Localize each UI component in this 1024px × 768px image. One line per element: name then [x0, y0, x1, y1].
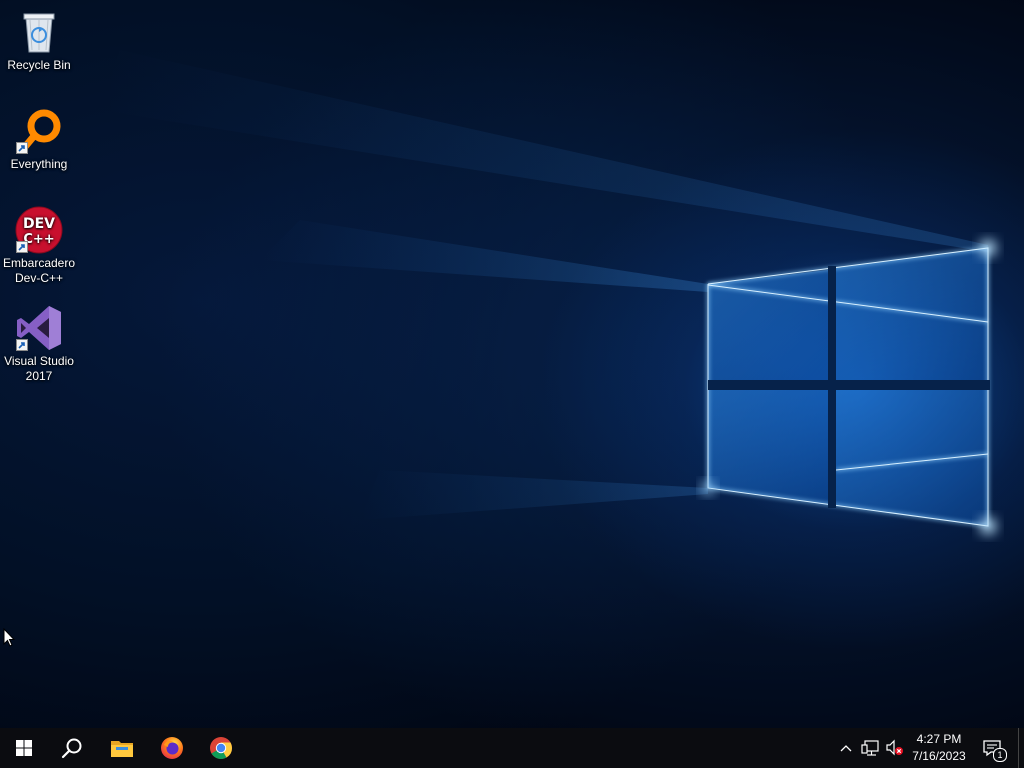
shortcut-arrow-icon [16, 339, 28, 351]
dev-cpp-logo-text-1: DEV [23, 216, 55, 232]
desktop-icon-label: Everything [10, 157, 68, 171]
shortcut-arrow-icon [16, 241, 28, 253]
firefox-button[interactable] [148, 728, 196, 768]
network-icon[interactable] [861, 739, 881, 757]
desktop-icon-label: Recycle Bin [7, 58, 71, 72]
everything-search-icon [15, 107, 63, 155]
desktop[interactable]: Recycle Bin Everything DEV C++ Embarcade… [0, 0, 1024, 728]
shortcut-arrow-icon [16, 142, 28, 154]
desktop-icon-recycle-bin[interactable]: Recycle Bin [1, 8, 77, 73]
chrome-button[interactable] [197, 728, 245, 768]
visual-studio-icon [15, 304, 63, 352]
start-button[interactable] [0, 728, 48, 768]
clock[interactable]: 4:27 PM 7/16/2023 [904, 731, 974, 765]
folder-icon [111, 741, 133, 757]
taskbar: 4:27 PM 7/16/2023 1 [0, 728, 1024, 768]
chrome-icon [210, 737, 232, 759]
windows-hero-wallpaper [100, 50, 996, 534]
windows-logo-icon [16, 740, 32, 756]
notification-badge: 1 [993, 748, 1007, 762]
desktop-icon-visual-studio[interactable]: Visual Studio 2017 [1, 304, 77, 384]
action-center-button[interactable]: 1 [980, 736, 1007, 762]
chevron-up-icon[interactable] [839, 739, 853, 757]
volume-muted-icon[interactable] [885, 739, 905, 757]
desktop-icon-everything[interactable]: Everything [1, 107, 77, 172]
dev-cpp-logo-text-2: C++ [23, 232, 54, 247]
desktop-icon-label: Embarcadero Dev-C++ [2, 256, 76, 285]
file-explorer-button[interactable] [98, 728, 146, 768]
search-icon [61, 738, 82, 759]
clock-time: 4:27 PM [916, 732, 962, 746]
dev-cpp-icon: DEV C++ [15, 206, 63, 254]
firefox-icon [161, 737, 183, 759]
desktop-icon-label: Visual Studio 2017 [4, 354, 74, 383]
show-desktop-button[interactable] [1018, 728, 1024, 768]
search-button[interactable] [48, 728, 96, 768]
desktop-icon-dev-cpp[interactable]: DEV C++ Embarcadero Dev-C++ [1, 206, 77, 286]
recycle-bin-icon [15, 8, 63, 56]
clock-date: 7/16/2023 [912, 749, 966, 763]
mouse-cursor-icon [3, 628, 15, 647]
